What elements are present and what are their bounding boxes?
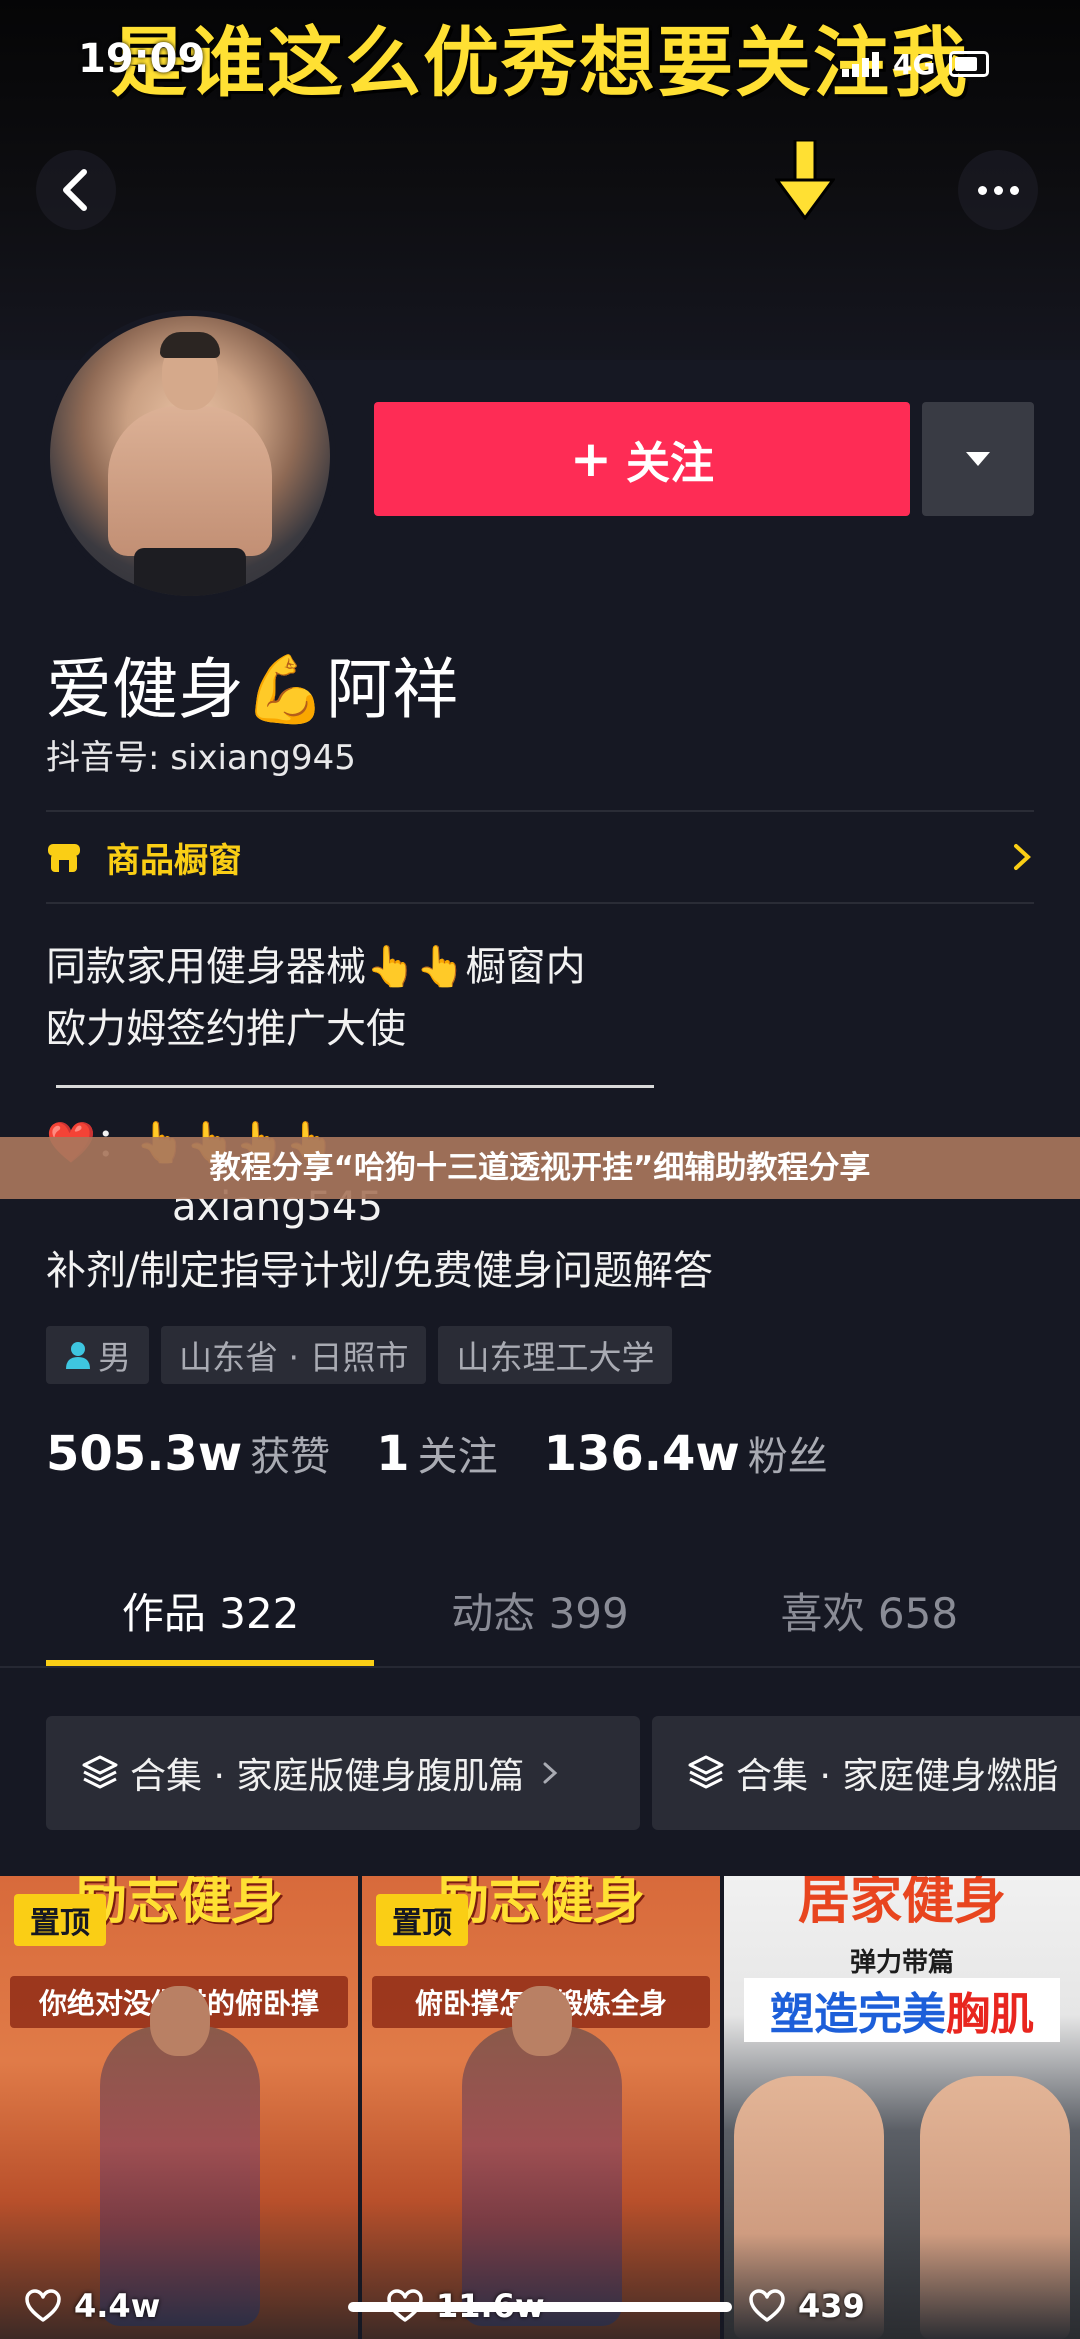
avatar[interactable]	[44, 310, 336, 602]
chevron-right-icon	[543, 1762, 558, 1784]
video-thumbnail[interactable]: 励志健身 俯卧撑怎么锻炼全身 置顶 11.6w	[362, 1876, 720, 2339]
chevron-right-icon	[1014, 844, 1031, 870]
shop-label: 商品橱窗	[106, 840, 242, 881]
person-icon	[66, 1342, 90, 1369]
signal-icon	[842, 51, 879, 77]
home-indicator[interactable]	[348, 2302, 732, 2312]
plus-icon: +	[570, 430, 612, 488]
headline-accent: 胸肌	[946, 1989, 1034, 2040]
status-time: 19:09	[78, 36, 206, 82]
tab-works[interactable]: 作品 322	[46, 1572, 375, 1664]
follow-label: 关注	[625, 438, 714, 489]
divider	[0, 1666, 1080, 1668]
video-likes: 439	[748, 2287, 865, 2325]
chevron-left-icon	[63, 169, 87, 211]
collection-label: 合集 · 家庭健身燃脂	[736, 1756, 1059, 1797]
profile-stats: 505.3w 获赞 1 关注 136.4w 粉丝	[46, 1424, 874, 1482]
recommend-dropdown-button[interactable]	[922, 402, 1034, 516]
likes-count: 4.4w	[74, 2287, 161, 2325]
heart-icon	[25, 2289, 61, 2322]
video-subtitle: 弹力带篇	[849, 1948, 954, 1978]
promo-overlay[interactable]: 教程分享“哈狗十三道透视开挂”细辅助教程分享	[0, 1137, 1080, 1199]
followers-count[interactable]: 136.4w	[544, 1426, 740, 1482]
tab-likes[interactable]: 喜欢 658	[705, 1572, 1034, 1664]
divider	[46, 902, 1034, 904]
content-tabs: 作品 322 动态 399 喜欢 658	[46, 1572, 1034, 1664]
headline-text: 塑造完美	[770, 1989, 946, 2040]
layers-icon	[82, 1755, 118, 1789]
collection-card[interactable]: 合集 · 家庭版健身腹肌篇	[46, 1716, 640, 1830]
battery-icon	[949, 51, 990, 77]
more-dot	[993, 185, 1003, 195]
location-tag: 山东省 · 日照市	[161, 1326, 427, 1384]
video-thumbnail[interactable]: 居家健身 弹力带篇 塑造完美胸肌 439	[724, 1876, 1080, 2339]
more-button[interactable]	[958, 150, 1038, 230]
caret-down-icon	[966, 452, 990, 466]
likes-count: 505.3w	[46, 1426, 243, 1482]
collection-card[interactable]: 合集 · 家庭健身燃脂	[652, 1716, 1080, 1830]
pinned-badge: 置顶	[14, 1894, 106, 1946]
network-label: 4G	[893, 47, 936, 81]
following-count[interactable]: 1	[376, 1426, 409, 1482]
heart-icon	[749, 2289, 785, 2322]
tab-posts[interactable]: 动态 399	[375, 1572, 704, 1664]
likes-label: 获赞	[250, 1434, 331, 1480]
douyin-id: 抖音号: sixiang945	[46, 738, 356, 778]
following-label[interactable]: 关注	[418, 1424, 498, 1482]
nickname: 爱健身💪阿祥	[46, 651, 459, 728]
layers-icon	[688, 1755, 724, 1789]
more-dot	[1009, 185, 1019, 195]
bio-rule	[56, 1085, 654, 1088]
more-dot	[977, 185, 987, 195]
gender-tag: 男	[46, 1326, 149, 1384]
shop-icon	[48, 844, 80, 872]
video-headline: 塑造完美胸肌	[744, 1978, 1060, 2042]
pinned-badge: 置顶	[376, 1894, 468, 1946]
down-arrow-icon	[775, 140, 835, 220]
video-thumbnail[interactable]: 励志健身 你绝对没做过的俯卧撑 置顶 4.4w	[0, 1876, 358, 2339]
school-tag: 山东理工大学	[438, 1326, 673, 1384]
school-label: 山东理工大学	[456, 1338, 655, 1377]
bio-line: 欧力姆签约推广大使	[46, 1006, 406, 1052]
bio-line: 同款家用健身器械👆👆橱窗内	[46, 944, 586, 990]
location-label: 山东省 · 日照市	[179, 1338, 409, 1377]
back-button[interactable]	[36, 150, 116, 230]
follow-button[interactable]: + 关注	[374, 402, 910, 516]
shop-window-row[interactable]: 商品橱窗	[46, 812, 1034, 902]
profile-tags: 男 山东省 · 日照市 山东理工大学	[46, 1326, 673, 1384]
gender-label: 男	[98, 1338, 131, 1377]
likes-count: 439	[798, 2287, 865, 2325]
video-likes: 4.4w	[24, 2287, 160, 2325]
status-icons: 4G	[842, 44, 1012, 84]
bio-line: 补剂/制定指导计划/免费健身问题解答	[46, 1248, 713, 1294]
followers-label[interactable]: 粉丝	[748, 1424, 828, 1482]
collection-label: 合集 · 家庭版健身腹肌篇	[130, 1756, 525, 1797]
video-title: 居家健身	[797, 1876, 1006, 1926]
